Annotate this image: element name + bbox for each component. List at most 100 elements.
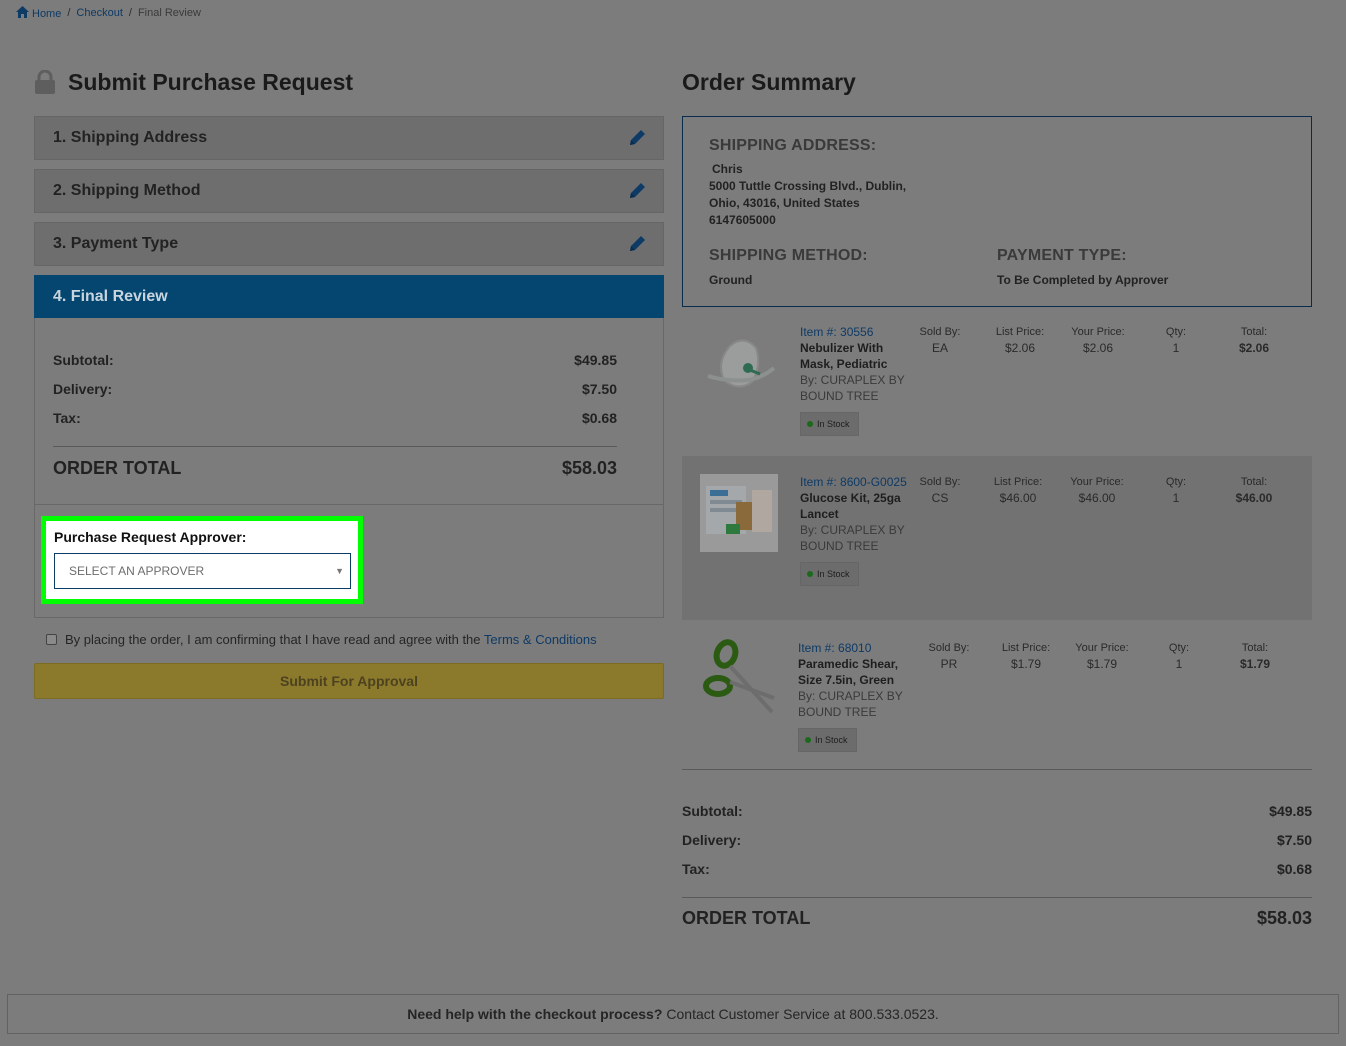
tax-label: Tax:	[53, 410, 81, 426]
list-price-cell: List Price: $1.79	[1001, 642, 1051, 671]
step-label: 3. Payment Type	[53, 235, 179, 252]
scissors-icon	[703, 639, 775, 714]
shipping-address-heading: SHIPPING ADDRESS:	[709, 137, 877, 154]
item-brand: By: CURAPLEX BY BOUND TREE	[798, 689, 903, 719]
item-number-link[interactable]: Item #: 30556	[800, 324, 910, 340]
breadcrumb-separator: /	[128, 7, 132, 19]
payment-type-heading: PAYMENT TYPE:	[997, 247, 1127, 264]
item-number-link[interactable]: Item #: 8600-G0025	[800, 474, 910, 490]
order-total-row: ORDER TOTAL $58.03	[53, 458, 617, 479]
step-label: 2. Shipping Method	[53, 182, 201, 199]
address-line1: 5000 Tuttle Crossing Blvd., Dublin,	[709, 179, 907, 193]
stock-badge: In Stock	[800, 562, 859, 586]
tax-value: $0.68	[581, 410, 617, 426]
terms-text: By placing the order, I am confirming th…	[65, 632, 597, 647]
step-final-review[interactable]: 4. Final Review	[34, 275, 664, 318]
terms-link[interactable]: Terms & Conditions	[484, 632, 597, 647]
item-name: Paramedic Shear, Size 7.5in, Green	[798, 657, 899, 687]
help-heading: Need help with the checkout process?	[407, 1006, 663, 1022]
terms-statement: By placing the order, I am confirming th…	[65, 632, 481, 647]
qty-cell: Qty: 1	[1165, 476, 1187, 505]
order-item: Item #: 8600-G0025 Glucose Kit, 25ga Lan…	[682, 456, 1312, 620]
address-line2: Ohio, 43016, United States	[709, 196, 860, 210]
order-total-label: ORDER TOTAL	[682, 908, 811, 928]
edit-pencil-icon[interactable]	[627, 234, 647, 254]
method-payment-row: SHIPPING METHOD: Ground PAYMENT TYPE: To…	[709, 247, 1285, 287]
item-name: Nebulizer With Mask, Pediatric	[800, 341, 888, 371]
breadcrumb-separator: /	[67, 7, 71, 19]
item-number-link[interactable]: Item #: 68010	[798, 640, 908, 656]
order-total-value: $58.03	[1256, 908, 1312, 928]
item-name: Glucose Kit, 25ga Lancet	[800, 491, 901, 521]
nebulizer-mask-icon	[707, 339, 776, 388]
order-total-value: $58.03	[561, 458, 617, 478]
step-shipping-address[interactable]: 1. Shipping Address	[34, 116, 664, 160]
page-title: Submit Purchase Request	[68, 68, 354, 95]
address-name: Chris	[712, 162, 743, 176]
home-icon	[16, 6, 29, 18]
total-cell: Total: $46.00	[1235, 476, 1273, 505]
approver-select-value: SELECT AN APPROVER	[69, 564, 205, 578]
item-description: Item #: 30556 Nebulizer With Mask, Pedia…	[800, 324, 910, 436]
order-total-label: ORDER TOTAL	[53, 458, 182, 478]
order-item: Item #: 68010 Paramedic Shear, Size 7.5i…	[682, 630, 1312, 760]
shipping-method-heading: SHIPPING METHOD:	[709, 247, 868, 264]
page-title-row: Submit Purchase Request	[34, 66, 664, 98]
divider	[53, 446, 617, 447]
order-summary-panel: Order Summary SHIPPING ADDRESS: Chris 50…	[682, 66, 1312, 928]
breadcrumb-home-link[interactable]: Home	[16, 6, 61, 20]
tax-value: $0.68	[1276, 861, 1312, 877]
item-description: Item #: 8600-G0025 Glucose Kit, 25ga Lan…	[800, 474, 910, 586]
tax-label: Tax:	[682, 861, 710, 877]
submit-for-approval-button[interactable]: Submit For Approval	[34, 663, 664, 699]
tax-row: Tax: $0.68	[53, 410, 617, 426]
breadcrumb-checkout-link[interactable]: Checkout	[76, 7, 122, 19]
item-brand: By: CURAPLEX BY BOUND TREE	[800, 523, 905, 553]
shipping-address: Chris 5000 Tuttle Crossing Blvd., Dublin…	[709, 161, 1285, 229]
summary-delivery-row: Delivery: $7.50	[682, 832, 1312, 848]
step-shipping-method[interactable]: 2. Shipping Method	[34, 169, 664, 213]
step-payment-type[interactable]: 3. Payment Type	[34, 222, 664, 266]
terms-checkbox[interactable]	[46, 634, 57, 645]
summary-subtotal-row: Subtotal: $49.85	[682, 803, 1312, 819]
qty-cell: Qty: 1	[1168, 642, 1190, 671]
in-stock-dot-icon	[807, 421, 813, 427]
in-stock-dot-icon	[807, 571, 813, 577]
glucose-kit-icon	[700, 474, 778, 552]
terms-agreement: By placing the order, I am confirming th…	[46, 632, 597, 647]
help-footer: Need help with the checkout process? Con…	[7, 994, 1339, 1034]
payment-type-block: PAYMENT TYPE: To Be Completed by Approve…	[997, 247, 1285, 287]
shipping-method-value: Ground	[709, 273, 753, 287]
payment-type-value: To Be Completed by Approver	[997, 273, 1169, 287]
shipping-method-block: SHIPPING METHOD: Ground	[709, 247, 997, 287]
item-brand: By: CURAPLEX BY BOUND TREE	[800, 373, 905, 403]
divider	[35, 504, 663, 505]
breadcrumb-current: Final Review	[137, 7, 201, 19]
step-label: 1. Shipping Address	[53, 129, 208, 146]
approver-highlight-box: Purchase Request Approver: SELECT AN APP…	[41, 516, 363, 604]
summary-order-total-row: ORDER TOTAL $58.03	[682, 908, 1312, 929]
edit-pencil-icon[interactable]	[627, 181, 647, 201]
stock-badge: In Stock	[798, 728, 857, 752]
delivery-label: Delivery:	[682, 832, 742, 848]
approver-select[interactable]: SELECT AN APPROVER ▼	[54, 553, 351, 589]
qty-cell: Qty: 1	[1165, 326, 1187, 355]
subtotal-label: Subtotal:	[682, 803, 743, 819]
list-price-cell: List Price: $46.00	[993, 476, 1043, 505]
total-cell: Total: $1.79	[1239, 642, 1271, 671]
final-review-box: Subtotal: $49.85 Delivery: $7.50 Tax: $0…	[34, 318, 664, 618]
delivery-label: Delivery:	[53, 381, 113, 397]
subtotal-label: Subtotal:	[53, 352, 114, 368]
edit-pencil-icon[interactable]	[627, 128, 647, 148]
sold-by-cell: Sold By: PR	[928, 642, 970, 671]
divider	[682, 769, 1312, 770]
order-item: Item #: 30556 Nebulizer With Mask, Pedia…	[682, 316, 1312, 456]
subtotal-value: $49.85	[1269, 803, 1312, 819]
sold-by-cell: Sold By: CS	[919, 476, 961, 505]
delivery-value: $7.50	[1276, 832, 1312, 848]
list-price-cell: List Price: $2.06	[995, 326, 1045, 355]
subtotal-row: Subtotal: $49.85	[53, 352, 617, 368]
summary-tax-row: Tax: $0.68	[682, 861, 1312, 877]
approver-label: Purchase Request Approver:	[54, 529, 247, 545]
checkout-steps-panel: Submit Purchase Request 1. Shipping Addr…	[34, 66, 664, 699]
